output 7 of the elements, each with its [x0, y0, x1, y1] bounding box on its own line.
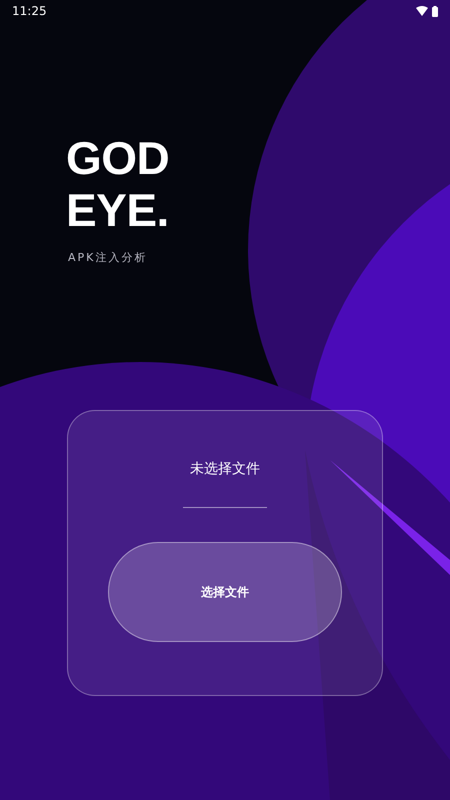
status-time: 11:25 [12, 3, 47, 20]
app-subtitle: APK注入分析 [67, 250, 148, 266]
file-status-text: 未选择文件 [190, 460, 260, 478]
wifi-icon [416, 6, 428, 16]
choose-file-button[interactable]: 选择文件 [108, 542, 342, 642]
app-title: GOD EYE. [65, 132, 170, 236]
battery-icon [432, 6, 438, 16]
